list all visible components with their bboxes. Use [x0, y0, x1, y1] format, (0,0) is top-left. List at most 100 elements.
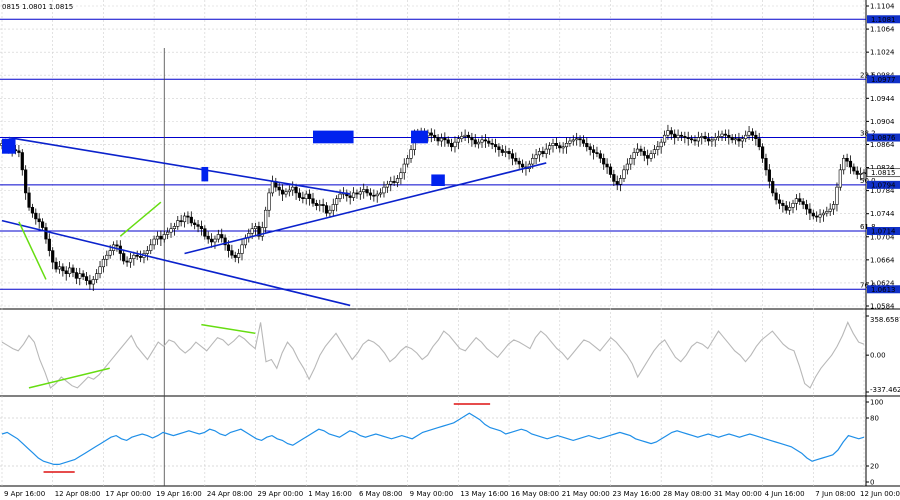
- candle-body: [358, 191, 362, 195]
- candle-body: [351, 192, 356, 198]
- cci-tick-label: -337.462: [870, 386, 900, 394]
- x-tick-label: 1 May 16:00: [308, 490, 352, 498]
- candle-body: [267, 192, 271, 211]
- candle-body: [845, 158, 849, 162]
- candle-body: [639, 148, 643, 152]
- candle-body: [389, 181, 393, 185]
- x-tick-label: 29 Apr 00:00: [258, 490, 304, 498]
- rsi-tick-label: 20: [870, 463, 879, 471]
- candle-body: [216, 234, 220, 240]
- candle-body: [37, 218, 41, 223]
- candle-body: [105, 254, 109, 260]
- cci-series-line: [1, 321, 865, 389]
- candle-body: [206, 235, 210, 240]
- candle-body: [68, 267, 72, 274]
- y-tick-label: 1.0584: [870, 303, 895, 311]
- candle-body: [500, 149, 504, 153]
- candle-body: [348, 195, 352, 198]
- candle-body: [581, 139, 586, 144]
- candle-body: [439, 137, 444, 142]
- candle-body: [203, 228, 207, 237]
- cci-divergence-line: [28, 367, 110, 389]
- candle-body: [804, 204, 809, 210]
- candle-body: [798, 198, 802, 202]
- candle-body: [669, 130, 673, 135]
- candle-body: [649, 153, 653, 159]
- candle-body: [612, 174, 616, 182]
- candle-body: [449, 143, 454, 148]
- cci-tick-label: 358.6587: [870, 316, 900, 324]
- candle-body: [379, 192, 383, 195]
- candle-body: [362, 189, 366, 193]
- candle-body: [480, 139, 484, 143]
- candle-body: [470, 137, 474, 141]
- candle-body: [595, 152, 599, 154]
- candle-body: [744, 134, 748, 139]
- candle-body: [433, 134, 437, 138]
- candle-body: [828, 208, 832, 212]
- candle-body: [17, 150, 21, 153]
- candle-body: [514, 158, 518, 162]
- candle-body: [490, 143, 494, 145]
- candle-body: [717, 136, 721, 138]
- candle-body: [740, 138, 744, 142]
- candle-body: [308, 193, 312, 199]
- x-tick-label: 23 May 16:00: [612, 490, 660, 498]
- candle-body: [277, 186, 281, 191]
- x-tick-label: 6 May 08:00: [359, 490, 403, 498]
- candle-body: [40, 221, 45, 228]
- candle-body: [646, 155, 650, 159]
- chart-grid: [0, 0, 900, 487]
- candle-body: [578, 138, 582, 141]
- candle-body: [250, 228, 254, 234]
- candle-body: [673, 133, 677, 138]
- candle-body: [730, 137, 734, 141]
- candle-body: [564, 143, 569, 148]
- candle-body: [34, 212, 38, 220]
- candle-body: [537, 151, 542, 156]
- candle-body: [838, 169, 842, 188]
- candle-body: [30, 207, 35, 214]
- candle-body: [855, 170, 859, 175]
- candle-body: [81, 273, 85, 277]
- candle-body: [784, 205, 788, 211]
- candle-body: [193, 222, 197, 225]
- candle-body: [493, 144, 498, 148]
- marker-box: [312, 130, 354, 144]
- x-tick-label: 17 Apr 00:00: [105, 490, 151, 498]
- cci-panel: [1, 321, 865, 389]
- candle-body: [91, 279, 95, 285]
- candle-body: [230, 250, 234, 256]
- y-tick-label: 1.0664: [870, 256, 895, 264]
- candle-body: [78, 273, 82, 279]
- candle-body: [602, 158, 606, 165]
- candle-body: [831, 204, 836, 210]
- candle-body: [808, 208, 812, 214]
- candle-body: [507, 151, 511, 154]
- y-tick-label: 1.0864: [870, 141, 895, 149]
- candle-body: [443, 137, 447, 141]
- candle-body: [622, 169, 626, 179]
- candle-body: [588, 146, 592, 150]
- candle-body: [213, 238, 217, 243]
- y-tick-label: 1.1064: [870, 26, 895, 34]
- trend-line: [1, 219, 351, 307]
- y-tick-label: 1.0944: [870, 95, 895, 103]
- candle-body: [182, 215, 187, 223]
- candle-body: [385, 183, 389, 188]
- candle-body: [294, 186, 298, 194]
- candle-body: [199, 226, 204, 229]
- candle-body: [568, 140, 572, 144]
- candle-body: [331, 204, 335, 211]
- marker-box: [201, 166, 209, 182]
- candle-body: [189, 216, 193, 224]
- candle-body: [368, 192, 373, 196]
- candle-body: [520, 163, 525, 168]
- candle-body: [253, 226, 258, 229]
- candle-body: [311, 198, 315, 204]
- candle-body: [84, 276, 89, 281]
- candle-body: [571, 139, 575, 142]
- candle-body: [575, 138, 579, 141]
- candle-body: [196, 224, 200, 227]
- candle-body: [517, 160, 521, 165]
